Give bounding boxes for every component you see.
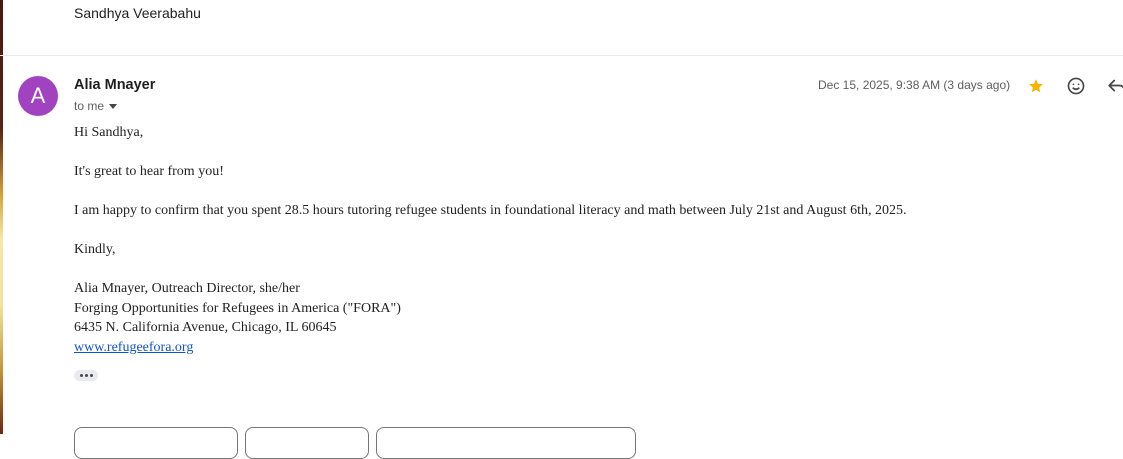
recipient-details-toggle[interactable]: to me <box>74 98 118 114</box>
message-date: Dec 15, 2025, 9:38 AM (3 days ago) <box>818 78 1011 92</box>
show-trimmed-content-button[interactable] <box>74 370 98 381</box>
sender-name[interactable]: Alia Mnayer <box>74 77 155 93</box>
previous-message-sender[interactable]: Sandhya Veerabahu <box>74 5 201 21</box>
email-body-line-2: I am happy to confirm that you spent 28.… <box>74 203 907 218</box>
signature-name-title: Alia Mnayer, Outreach Director, she/her <box>74 281 300 296</box>
website-link[interactable]: www.refugeefora.org <box>74 340 193 355</box>
smart-reply-chip-1[interactable] <box>74 427 238 459</box>
avatar[interactable]: A <box>18 76 58 116</box>
email-greeting: Hi Sandhya, <box>74 125 144 140</box>
signature-website: www.refugeefora.org <box>74 340 193 356</box>
smart-reply-chip-3[interactable] <box>376 427 636 459</box>
reply-icon[interactable] <box>1106 75 1123 97</box>
window-edge <box>0 0 3 434</box>
ellipsis-dot <box>79 374 83 377</box>
smart-reply-chip-2[interactable] <box>245 427 369 459</box>
signature-organization: Forging Opportunities for Refugees in Am… <box>74 301 401 316</box>
recipient-label: to me <box>74 99 105 113</box>
message-divider <box>0 55 1123 56</box>
chevron-down-icon[interactable] <box>109 104 118 109</box>
emoji-reaction-icon[interactable] <box>1065 75 1087 97</box>
ellipsis-dot <box>84 374 88 377</box>
email-body-line-1: It's great to hear from you! <box>74 164 224 179</box>
signature-address: 6435 N. California Avenue, Chicago, IL 6… <box>74 320 337 335</box>
email-closing: Kindly, <box>74 242 116 257</box>
star-icon[interactable] <box>1025 75 1047 97</box>
ellipsis-dot <box>89 374 93 377</box>
